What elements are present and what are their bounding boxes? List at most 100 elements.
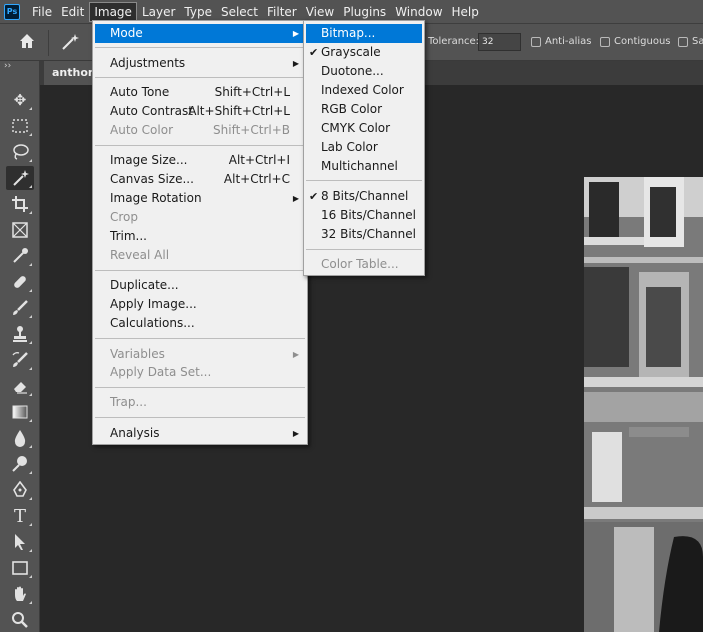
menu-item-bitmap[interactable]: Bitmap... bbox=[306, 24, 422, 43]
menu-item-duotone[interactable]: Duotone... bbox=[306, 62, 422, 81]
gradient-tool-icon[interactable] bbox=[6, 400, 34, 424]
hand-tool-icon[interactable] bbox=[6, 582, 34, 606]
menu-item-adjustments[interactable]: Adjustments ▶ bbox=[95, 54, 305, 73]
tolerance-input[interactable] bbox=[478, 33, 521, 51]
menu-item-indexed-color[interactable]: Indexed Color bbox=[306, 81, 422, 100]
menu-divider bbox=[95, 145, 305, 146]
frame-tool-icon[interactable] bbox=[6, 218, 34, 242]
path-selection-tool-icon[interactable] bbox=[6, 530, 34, 554]
lasso-tool-icon[interactable] bbox=[6, 140, 34, 164]
canvas-image[interactable] bbox=[584, 177, 703, 632]
sample-all-layers-checkbox[interactable] bbox=[678, 37, 688, 47]
menu-item-label: Trim... bbox=[110, 229, 147, 243]
check-icon: ✔ bbox=[309, 190, 319, 203]
menu-item-auto-color: Auto Color Shift+Ctrl+B bbox=[95, 121, 305, 140]
menu-divider bbox=[95, 338, 305, 339]
menu-item-label: RGB Color bbox=[321, 102, 383, 116]
menu-item-auto-contrast[interactable]: Auto Contrast Alt+Shift+Ctrl+L bbox=[95, 102, 305, 121]
pen-tool-icon[interactable] bbox=[6, 478, 34, 502]
crop-tool-icon[interactable] bbox=[6, 192, 34, 216]
menu-item-lab-color[interactable]: Lab Color bbox=[306, 138, 422, 157]
menu-item-grayscale[interactable]: ✔ Grayscale bbox=[306, 43, 422, 62]
menu-layer[interactable]: Layer bbox=[138, 2, 179, 22]
type-tool-icon[interactable]: T bbox=[6, 504, 34, 528]
stamp-tool-icon[interactable] bbox=[6, 322, 34, 346]
menu-item-label: Variables bbox=[110, 347, 165, 361]
menu-item-image-rotation[interactable]: Image Rotation ▶ bbox=[95, 189, 305, 208]
menu-item-trim[interactable]: Trim... bbox=[95, 227, 305, 246]
submenu-arrow-icon: ▶ bbox=[292, 350, 299, 359]
menu-item-auto-tone[interactable]: Auto Tone Shift+Ctrl+L bbox=[95, 83, 305, 102]
sample-all-layers-label: Sa bbox=[692, 36, 703, 47]
menu-item-label: Auto Contrast bbox=[110, 104, 193, 118]
contiguous-checkbox[interactable] bbox=[600, 37, 610, 47]
menu-item-label: 16 Bits/Channel bbox=[321, 208, 416, 222]
menu-item-label: Calculations... bbox=[110, 316, 195, 330]
menu-help[interactable]: Help bbox=[448, 2, 483, 22]
eyedropper-tool-icon[interactable] bbox=[6, 244, 34, 268]
menu-item-label: Image Rotation bbox=[110, 191, 202, 205]
menu-item-mode[interactable]: Mode ▶ bbox=[95, 24, 305, 43]
menu-item-cmyk-color[interactable]: CMYK Color bbox=[306, 119, 422, 138]
collapse-icon[interactable]: ›› bbox=[4, 61, 11, 71]
menu-item-apply-image[interactable]: Apply Image... bbox=[95, 295, 305, 314]
menu-item-label: Auto Tone bbox=[110, 85, 170, 99]
menu-item-rgb-color[interactable]: RGB Color bbox=[306, 100, 422, 119]
magic-wand-icon[interactable] bbox=[60, 32, 80, 52]
menu-item-duplicate[interactable]: Duplicate... bbox=[95, 276, 305, 295]
menu-select[interactable]: Select bbox=[217, 2, 262, 22]
menu-item-label: Analysis bbox=[110, 426, 160, 440]
menu-file[interactable]: File bbox=[28, 2, 56, 22]
move-tool-icon[interactable]: ✥ bbox=[6, 88, 34, 112]
check-icon: ✔ bbox=[309, 46, 319, 59]
menu-item-multichannel[interactable]: Multichannel bbox=[306, 157, 422, 176]
submenu-arrow-icon: ▶ bbox=[292, 59, 299, 68]
menu-item-label: Indexed Color bbox=[321, 83, 404, 97]
healing-brush-tool-icon[interactable] bbox=[6, 270, 34, 294]
menu-divider bbox=[306, 180, 422, 181]
menu-item-8-bits[interactable]: ✔ 8 Bits/Channel bbox=[306, 187, 422, 206]
menu-divider bbox=[95, 387, 305, 388]
menu-item-analysis[interactable]: Analysis ▶ bbox=[95, 424, 305, 443]
menu-item-label: Adjustments bbox=[110, 56, 186, 70]
menu-item-label: Duotone... bbox=[321, 64, 384, 78]
menu-item-variables: Variables ▶ bbox=[95, 345, 305, 364]
menu-filter[interactable]: Filter bbox=[263, 2, 301, 22]
menu-divider bbox=[95, 77, 305, 78]
menu-item-32-bits[interactable]: 32 Bits/Channel bbox=[306, 225, 422, 244]
menu-divider bbox=[306, 249, 422, 250]
zoom-tool-icon[interactable] bbox=[6, 608, 34, 632]
menu-item-image-size[interactable]: Image Size... Alt+Ctrl+I bbox=[95, 151, 305, 170]
options-divider bbox=[48, 30, 49, 56]
menu-item-label: Multichannel bbox=[321, 159, 398, 173]
menu-item-label: Apply Image... bbox=[110, 297, 197, 311]
menu-item-label: CMYK Color bbox=[321, 121, 391, 135]
menu-item-label: 32 Bits/Channel bbox=[321, 227, 416, 241]
menu-edit[interactable]: Edit bbox=[57, 2, 88, 22]
menu-plugins[interactable]: Plugins bbox=[339, 2, 390, 22]
menu-divider bbox=[95, 270, 305, 271]
eraser-tool-icon[interactable] bbox=[6, 374, 34, 398]
menu-divider bbox=[95, 47, 305, 48]
menu-item-16-bits[interactable]: 16 Bits/Channel bbox=[306, 206, 422, 225]
menu-item-label: Canvas Size... bbox=[110, 172, 194, 186]
home-icon[interactable] bbox=[17, 32, 37, 52]
menu-view[interactable]: View bbox=[302, 2, 338, 22]
marquee-tool-icon[interactable] bbox=[6, 114, 34, 138]
rectangle-tool-icon[interactable] bbox=[6, 556, 34, 580]
menu-item-apply-data-set: Apply Data Set... bbox=[95, 363, 305, 382]
history-brush-tool-icon[interactable] bbox=[6, 348, 34, 372]
dodge-tool-icon[interactable] bbox=[6, 452, 34, 476]
magic-wand-tool-icon[interactable] bbox=[6, 166, 34, 190]
menu-image[interactable]: Image bbox=[89, 1, 137, 22]
menu-item-label: Image Size... bbox=[110, 153, 188, 167]
menu-window[interactable]: Window bbox=[391, 2, 446, 22]
submenu-arrow-icon: ▶ bbox=[292, 194, 299, 203]
blur-tool-icon[interactable] bbox=[6, 426, 34, 450]
menu-item-canvas-size[interactable]: Canvas Size... Alt+Ctrl+C bbox=[95, 170, 305, 189]
brush-tool-icon[interactable] bbox=[6, 296, 34, 320]
submenu-arrow-icon: ▶ bbox=[292, 429, 299, 438]
menu-item-calculations[interactable]: Calculations... bbox=[95, 314, 305, 333]
anti-alias-checkbox[interactable] bbox=[531, 37, 541, 47]
menu-type[interactable]: Type bbox=[180, 2, 216, 22]
